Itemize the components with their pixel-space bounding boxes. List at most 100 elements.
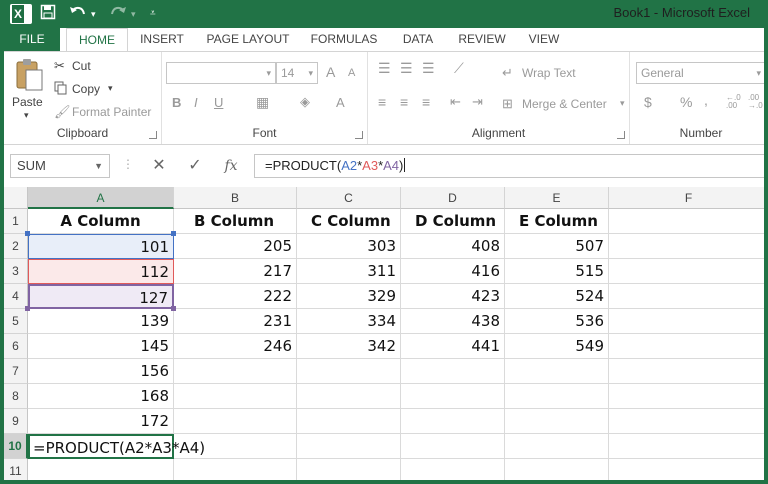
range-handle-icon[interactable] [25,231,30,236]
cell-c10[interactable] [297,434,401,459]
cell-d8[interactable] [401,384,505,409]
cell-d3[interactable]: 416 [401,259,505,284]
cell-a11[interactable] [28,459,174,480]
font-color-button[interactable]: A [336,95,345,110]
cell-d10[interactable] [401,434,505,459]
cancel-button[interactable]: ✕ [144,154,174,178]
customize-quick-access-icon[interactable]: ⩡ [150,4,156,24]
tab-page-layout[interactable]: PAGE LAYOUT [200,28,296,52]
increase-indent-icon[interactable]: ⇥ [472,94,483,110]
formula-bar-grip[interactable]: ⋮ [122,157,134,175]
cell-a9[interactable]: 172 [28,409,174,434]
cell-f2[interactable] [609,234,764,259]
cell-d6[interactable]: 441 [401,334,505,359]
undo-icon[interactable] [68,4,88,24]
cell-e5[interactable]: 536 [505,309,609,334]
cell-c7[interactable] [297,359,401,384]
cell-c2[interactable]: 303 [297,234,401,259]
cell-e3[interactable]: 515 [505,259,609,284]
italic-button[interactable]: I [194,95,198,110]
tab-data[interactable]: DATA [394,28,442,52]
decrease-indent-icon[interactable]: ⇤ [450,94,461,110]
cell-b8[interactable] [174,384,297,409]
cell-b1[interactable]: B Column [174,209,297,234]
copy-button[interactable]: Copy ▾ [54,81,154,99]
grow-font-icon[interactable]: A [326,64,335,80]
cell-f6[interactable] [609,334,764,359]
cell-f8[interactable] [609,384,764,409]
redo-icon[interactable] [108,4,128,24]
align-left-icon[interactable]: ≡ [378,94,386,110]
range-handle-icon[interactable] [25,306,30,311]
cell-f5[interactable] [609,309,764,334]
tab-home[interactable]: HOME [66,28,128,52]
cell-d11[interactable] [401,459,505,480]
column-header-c[interactable]: C [297,187,401,209]
cell-a1[interactable]: A Column [28,209,174,234]
cell-f7[interactable] [609,359,764,384]
cell-e8[interactable] [505,384,609,409]
redo-dropdown-icon[interactable]: ▾ [131,4,136,24]
cell-a3[interactable]: 112 [28,259,174,284]
cell-c11[interactable] [297,459,401,480]
cell-c8[interactable] [297,384,401,409]
name-box[interactable]: SUM ▼ [10,154,110,178]
cell-c4[interactable]: 329 [297,284,401,309]
cell-e2[interactable]: 507 [505,234,609,259]
align-right-icon[interactable]: ≡ [422,94,430,110]
cell-c5[interactable]: 334 [297,309,401,334]
enter-button[interactable]: ✓ [180,154,210,178]
cell-d1[interactable]: D Column [401,209,505,234]
select-all-button[interactable] [4,187,28,209]
column-header-e[interactable]: E [505,187,609,209]
borders-icon[interactable]: ▦ [256,94,269,111]
paste-button[interactable]: Paste ▾ [10,56,48,126]
cell-e9[interactable] [505,409,609,434]
cell-e11[interactable] [505,459,609,480]
cell-c1[interactable]: C Column [297,209,401,234]
align-center-icon[interactable]: ≡ [400,94,408,110]
cell-b6[interactable]: 246 [174,334,297,359]
percent-icon[interactable]: % [680,94,692,110]
fill-color-icon[interactable]: ◈ [300,94,310,110]
clipboard-launcher-icon[interactable] [149,131,157,139]
cell-b11[interactable] [174,459,297,480]
align-middle-icon[interactable]: ☰ [400,60,413,77]
tab-view[interactable]: VIEW [520,28,568,52]
cell-d9[interactable] [401,409,505,434]
cell-d4[interactable]: 423 [401,284,505,309]
cell-a4[interactable]: 127 [28,284,174,309]
shrink-font-icon[interactable]: A [348,67,355,79]
cell-c6[interactable]: 342 [297,334,401,359]
wrap-text-button[interactable]: ↵ Wrap Text [502,65,622,83]
column-header-a[interactable]: A [28,187,174,209]
merge-center-button[interactable]: ⊞ Merge & Center ▾ [502,96,628,114]
decrease-decimal-icon[interactable]: .00 →.0 [748,94,763,110]
cell-e10[interactable] [505,434,609,459]
underline-button[interactable]: U [214,95,223,110]
cell-b9[interactable] [174,409,297,434]
cell-e1[interactable]: E Column [505,209,609,234]
orientation-icon[interactable]: ⟋ [454,60,464,77]
cell-b7[interactable] [174,359,297,384]
tab-file[interactable]: FILE [4,28,60,52]
column-header-f[interactable]: F [609,187,764,209]
bold-button[interactable]: B [172,95,181,110]
increase-decimal-icon[interactable]: ←.0 .00 [726,94,741,110]
range-handle-icon[interactable] [171,306,176,311]
alignment-launcher-icon[interactable] [617,131,625,139]
cell-c9[interactable] [297,409,401,434]
copy-dropdown-icon[interactable]: ▾ [108,83,113,94]
currency-icon[interactable]: $ [644,94,652,110]
row-header-11[interactable]: 11 [4,459,28,480]
cell-d5[interactable]: 438 [401,309,505,334]
row-header-2[interactable]: 2 [4,234,28,259]
cell-a7[interactable]: 156 [28,359,174,384]
row-header-7[interactable]: 7 [4,359,28,384]
cell-a2[interactable]: 101 [28,234,174,259]
cell-e4[interactable]: 524 [505,284,609,309]
tab-insert[interactable]: INSERT [134,28,190,52]
cell-a6[interactable]: 145 [28,334,174,359]
cell-f10[interactable] [609,434,764,459]
cell-f3[interactable] [609,259,764,284]
